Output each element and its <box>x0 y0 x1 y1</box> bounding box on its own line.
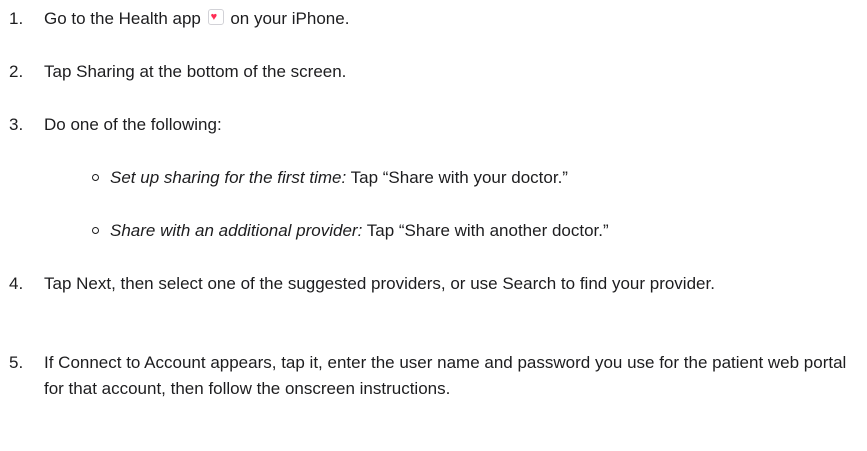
step-number: 1. <box>9 9 24 28</box>
step-text-part: on your iPhone. <box>225 9 350 28</box>
health-app-icon <box>207 4 224 30</box>
bullet-icon <box>92 174 99 181</box>
sub-item-text: Set up sharing for the first time: Tap “… <box>110 165 850 191</box>
step-number: 3. <box>9 115 24 134</box>
step-text-part: Go to the Health app <box>44 9 206 28</box>
sub-item-italic: Share with an additional provider: <box>110 221 363 240</box>
sub-item-rest: Tap “Share with another doctor.” <box>362 221 609 240</box>
step-number: 4. <box>9 274 24 293</box>
step-text: Go to the Health app on your iPhone. <box>44 4 859 32</box>
step-text: If Connect to Account appears, tap it, e… <box>44 353 847 398</box>
sub-item-italic: Set up sharing for the first time: <box>110 168 347 187</box>
bullet-icon <box>92 227 99 234</box>
step-text: Do one of the following: <box>44 115 222 134</box>
step-text: Tap Sharing at the bottom of the screen. <box>44 62 347 81</box>
step-number: 2. <box>9 62 24 81</box>
step-text: Tap Next, then select one of the suggest… <box>44 274 715 293</box>
sub-item-text: Share with an additional provider: Tap “… <box>110 218 850 244</box>
sub-item-rest: Tap “Share with your doctor.” <box>346 168 568 187</box>
step-number: 5. <box>9 353 24 372</box>
